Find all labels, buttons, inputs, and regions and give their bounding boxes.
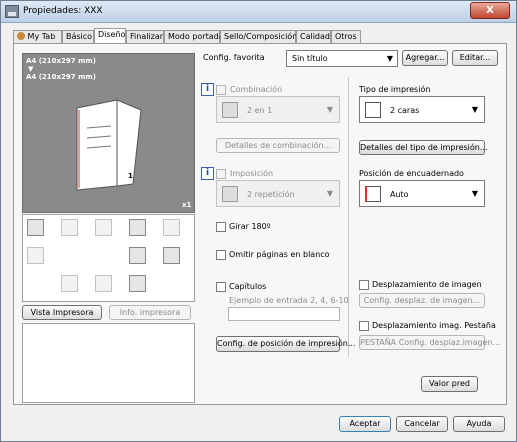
info-panel xyxy=(22,323,195,403)
tab-label: Diseño xyxy=(98,30,126,39)
booklet-icon[interactable] xyxy=(129,247,146,264)
chevron-down-icon: ▼ xyxy=(386,54,393,63)
repeat-icon xyxy=(222,186,238,202)
tab-label: Sello/Composición xyxy=(224,32,298,41)
image-shift-label: Desplazamiento de imagen xyxy=(372,280,482,289)
printer-info-button[interactable]: Info. impresora xyxy=(109,305,191,320)
combination-label: Combinación xyxy=(230,85,283,94)
chevron-down-icon: ▼ xyxy=(326,105,333,114)
binding-position-label: Posición de encuadernado xyxy=(359,169,464,178)
tab-finalizar[interactable]: Finalizar xyxy=(126,30,164,43)
edit-favorite-button[interactable]: Editar... xyxy=(452,50,498,66)
chapters-input[interactable] xyxy=(228,307,340,321)
tab-calidad[interactable]: Calidad xyxy=(296,30,331,43)
window-title: Propiedades: XXX xyxy=(23,6,103,16)
image-shift-settings-button[interactable]: Config. desplaz. de imagen... xyxy=(359,293,485,308)
tab-shift-checkbox[interactable] xyxy=(359,321,369,331)
tab-label: Básico xyxy=(66,32,93,41)
account-track-icon[interactable] xyxy=(95,275,112,292)
favorite-settings-value: Sin título xyxy=(292,54,328,63)
rotate-180-checkbox[interactable] xyxy=(216,222,226,232)
info-icon[interactable]: i xyxy=(201,167,214,180)
tab-shift-settings-button[interactable]: PESTAÑA Config. desplaz.imagen... xyxy=(359,335,500,350)
column-divider xyxy=(348,77,349,357)
duplex-pages-icon[interactable] xyxy=(129,219,146,236)
print-type-select[interactable]: 2 caras ▼ xyxy=(359,96,485,123)
cancel-button[interactable]: Cancelar xyxy=(396,416,448,432)
chapters-example: Ejemplo de entrada 2, 4, 6-10 xyxy=(229,296,349,305)
tab-modo-portada[interactable]: Modo portada xyxy=(164,30,224,43)
staple-icon[interactable] xyxy=(61,219,78,236)
default-values-button[interactable]: Valor pred xyxy=(421,376,478,392)
preview-page-number: 1 xyxy=(128,172,133,180)
imposition-checkbox[interactable] xyxy=(216,169,226,179)
chapters-label: Capítulos xyxy=(229,282,267,291)
down-arrow-icon: ▼ xyxy=(28,65,34,73)
imposition-label: Imposición xyxy=(230,169,274,178)
user-auth-icon[interactable] xyxy=(61,275,78,292)
chevron-down-icon: ▼ xyxy=(326,189,333,198)
tab-otros[interactable]: Otros xyxy=(331,30,361,43)
combination-details-button[interactable]: Detalles de combinación... xyxy=(216,138,340,153)
tab-label: Finalizar xyxy=(130,32,164,41)
favorite-settings-label: Config. favorita xyxy=(203,53,265,62)
punch-icon[interactable] xyxy=(163,219,180,236)
info-icon[interactable]: i xyxy=(201,83,214,96)
title-bar: Propiedades: XXX X xyxy=(1,1,516,23)
paper-size-output: A4 (210x297 mm) xyxy=(26,73,96,81)
two-in-one-icon xyxy=(222,102,238,118)
chapters-checkbox[interactable] xyxy=(216,282,226,292)
imposition-value: 2 repetición xyxy=(247,190,295,199)
binding-position-select[interactable]: Auto ▼ xyxy=(359,180,485,207)
chevron-down-icon: ▼ xyxy=(471,189,478,198)
print-type-details-button[interactable]: Detalles del tipo de impresión... xyxy=(359,140,488,155)
add-favorite-button[interactable]: Agregar... xyxy=(402,50,448,66)
copies-count: x1 xyxy=(182,201,192,209)
tab-label: Calidad xyxy=(300,32,330,41)
print-position-button[interactable]: Config. de posición de impresión... xyxy=(216,336,355,352)
close-button[interactable]: X xyxy=(470,2,510,19)
combination-checkbox[interactable] xyxy=(216,85,226,95)
tab-label: Otros xyxy=(335,32,357,41)
favorite-settings-select[interactable]: Sin título ▼ xyxy=(286,50,398,67)
print-type-value: 2 caras xyxy=(390,106,420,115)
rotate-180-label: Girar 180º xyxy=(229,222,271,231)
paper-size-original: A4 (210x297 mm) xyxy=(26,57,96,65)
function-icon-grid xyxy=(22,214,195,302)
skip-blank-pages-checkbox[interactable] xyxy=(216,250,226,260)
fold-icon[interactable] xyxy=(27,247,44,264)
properties-window: Propiedades: XXX X My Tab Básico Diseño … xyxy=(0,0,517,442)
tab-label: Modo portada xyxy=(168,32,224,41)
layout-preview: A4 (210x297 mm) ▼ A4 (210x297 mm) 1 x1 xyxy=(22,53,195,213)
skip-blank-pages-label: Omitir páginas en blanco xyxy=(229,250,330,259)
duplex-icon xyxy=(365,102,381,118)
help-button[interactable]: Ayuda xyxy=(453,416,505,432)
tab-basico[interactable]: Básico xyxy=(62,30,94,43)
print-type-label: Tipo de impresión xyxy=(359,85,431,94)
output-tray-icon[interactable] xyxy=(27,219,44,236)
chevron-down-icon: ▼ xyxy=(471,105,478,114)
tab-shift-label: Desplazamiento imag. Pestaña xyxy=(372,321,496,330)
tab-sello-composicion[interactable]: Sello/Composición xyxy=(220,30,298,43)
copy-stack-icon[interactable] xyxy=(95,219,112,236)
secure-print-icon[interactable] xyxy=(129,275,146,292)
ok-button[interactable]: Aceptar xyxy=(339,416,391,432)
binding-icon[interactable] xyxy=(163,247,180,264)
left-binding-icon xyxy=(365,186,381,202)
printer-view-button[interactable]: Vista Impresora xyxy=(22,305,102,320)
tab-my-tab[interactable]: My Tab xyxy=(13,30,62,43)
binding-position-value: Auto xyxy=(390,190,409,199)
printer-app-icon xyxy=(5,5,19,18)
image-shift-checkbox[interactable] xyxy=(359,280,369,290)
combination-select[interactable]: 2 en 1 ▼ xyxy=(216,96,340,123)
combination-value: 2 en 1 xyxy=(247,106,273,115)
imposition-select[interactable]: 2 repetición ▼ xyxy=(216,180,340,207)
tab-diseno[interactable]: Diseño xyxy=(94,28,126,43)
tab-label: My Tab xyxy=(27,32,56,41)
user-icon xyxy=(17,32,25,40)
booklet-page-icon xyxy=(76,99,142,191)
